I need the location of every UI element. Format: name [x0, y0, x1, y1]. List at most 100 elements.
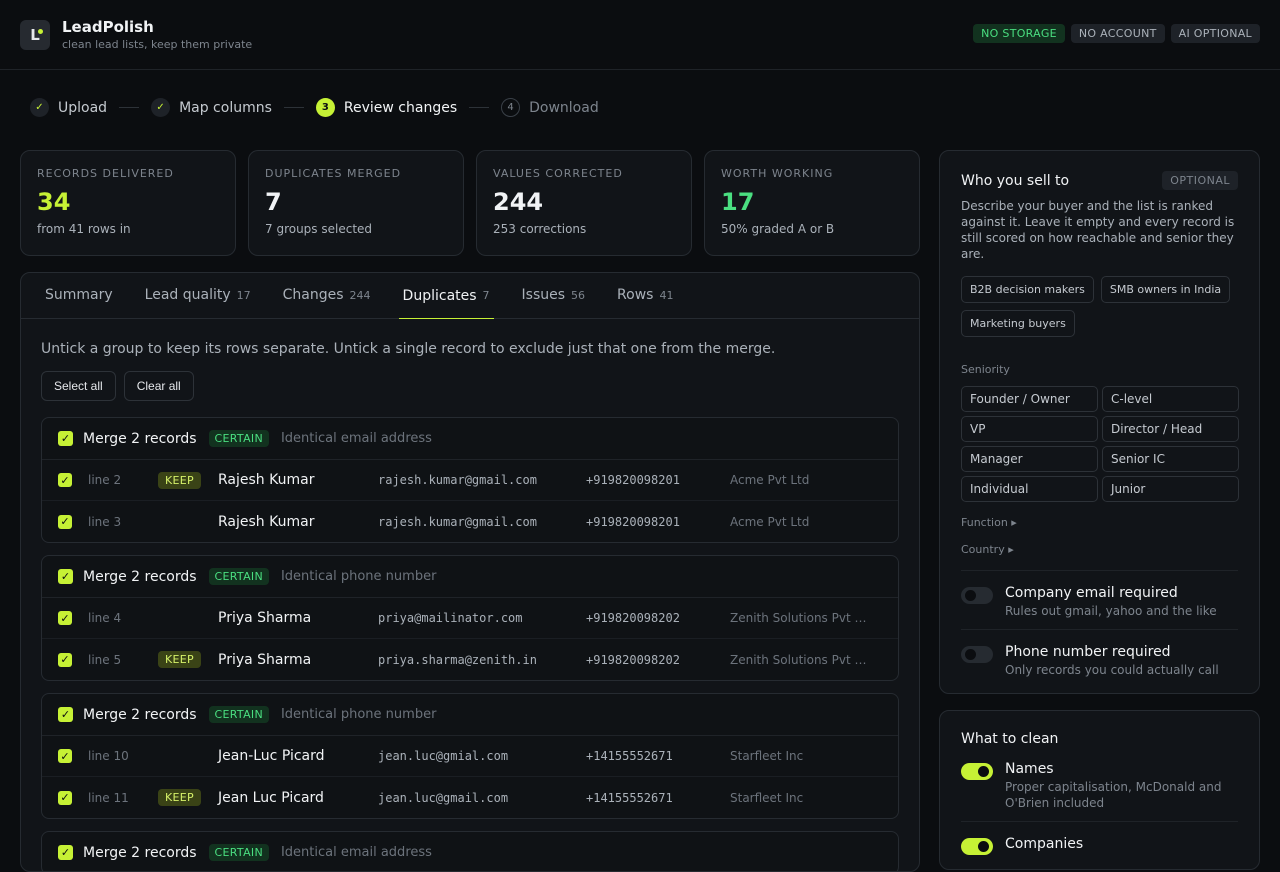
record-checkbox[interactable]: ✓: [58, 652, 72, 667]
group-title: Merge 2 records: [83, 568, 197, 585]
record-company: Acme Pvt Ltd: [730, 514, 810, 529]
record-email: rajesh.kumar@gmail.com: [378, 473, 537, 487]
record-checkbox[interactable]: ✓: [58, 611, 72, 625]
record-name: Rajesh Kumar: [218, 513, 315, 530]
toggle-title: Companies: [1005, 836, 1084, 852]
record-email: rajesh.kumar@gmail.com: [378, 514, 537, 529]
check-icon: ✓: [151, 98, 171, 117]
company-email-toggle[interactable]: [961, 587, 993, 604]
step-upload[interactable]: ✓ Upload: [30, 98, 107, 117]
sell-to-description: Describe your buyer and the list is rank…: [961, 199, 1235, 261]
step-label: Upload: [58, 99, 108, 116]
tab-lead-quality[interactable]: Lead quality 17: [141, 273, 255, 319]
buyer-chips: B2B decision makers SMB owners in India …: [961, 276, 1238, 337]
record-email: priya.sharma@zenith.in: [378, 652, 537, 667]
tab-label: Changes: [282, 287, 344, 303]
tab-rows[interactable]: Rows 41: [613, 273, 677, 319]
merge-group: ✓ Merge 2 records CERTAIN Identical phon…: [41, 693, 899, 819]
record-phone: +14155552671: [586, 749, 673, 763]
record-checkbox[interactable]: ✓: [58, 514, 72, 529]
record-company: Zenith Solutions Pvt …: [730, 611, 867, 625]
group-checkbox[interactable]: ✓: [58, 431, 73, 446]
seniority-option[interactable]: Manager: [961, 446, 1098, 472]
keep-badge: KEEP: [158, 651, 201, 668]
merge-group-header: ✓ Merge 2 records CERTAIN Identical phon…: [42, 556, 898, 598]
confidence-badge: CERTAIN: [208, 706, 269, 723]
seniority-option[interactable]: VP: [961, 416, 1098, 442]
tab-duplicates[interactable]: Duplicates 7: [398, 273, 494, 319]
tab-issues[interactable]: Issues 56: [518, 273, 590, 319]
group-checkbox[interactable]: ✓: [58, 845, 73, 860]
stat-key: VALUES CORRECTED: [493, 167, 623, 180]
record-email: jean.luc@gmail.com: [378, 790, 509, 805]
brand: LeadPolish clean lead lists, keep them p…: [62, 18, 252, 51]
tab-summary[interactable]: Summary: [41, 273, 117, 319]
tab-label: Duplicates: [402, 287, 477, 304]
step-map-columns[interactable]: ✓ Map columns: [151, 98, 272, 117]
tab-label: Lead quality: [144, 287, 231, 303]
stat-sub: 253 corrections: [493, 222, 587, 236]
toggle-text: Companies: [1005, 836, 1083, 855]
country-expander[interactable]: Country ▸: [961, 543, 1238, 571]
toggle-desc: Rules out gmail, yahoo and the like: [1005, 604, 1217, 618]
seniority-option[interactable]: Senior IC: [1102, 446, 1239, 472]
step-number: 3: [315, 98, 335, 117]
record-line: line 11: [88, 790, 129, 805]
toggle-title: Names: [1005, 761, 1054, 777]
group-checkbox[interactable]: ✓: [58, 569, 73, 584]
record-email: jean.luc@gmial.com: [378, 749, 509, 763]
check-icon: ✓: [30, 98, 49, 117]
step-download[interactable]: 4 Download: [501, 98, 599, 117]
record-line: line 4: [88, 611, 122, 625]
seniority-option[interactable]: C-level: [1102, 386, 1239, 412]
companies-toggle[interactable]: [961, 838, 993, 855]
record-checkbox[interactable]: ✓: [58, 749, 72, 763]
clear-all-button[interactable]: Clear all: [123, 371, 194, 401]
step-review-changes[interactable]: 3 Review changes: [315, 98, 457, 117]
seniority-option[interactable]: Junior: [1102, 476, 1239, 502]
stat-value: 34: [37, 188, 71, 216]
group-checkbox[interactable]: ✓: [58, 707, 73, 722]
keep-badge: KEEP: [158, 471, 201, 489]
check-icon: ✓: [60, 515, 70, 528]
confidence-badge: CERTAIN: [208, 430, 269, 447]
record-checkbox[interactable]: ✓: [58, 790, 72, 805]
buyer-chip[interactable]: SMB owners in India: [1100, 276, 1231, 303]
stat-value: 244: [493, 188, 544, 216]
step-divider: [283, 107, 304, 108]
step-label: Download: [529, 99, 599, 116]
what-to-clean-panel: What to clean Names Proper capitalisatio…: [939, 710, 1260, 870]
record-name: Priya Sharma: [218, 610, 312, 626]
logo-dot: [38, 28, 43, 34]
function-expander[interactable]: Function ▸: [961, 516, 1238, 529]
keep-slot: KEEP: [158, 651, 218, 668]
seniority-option[interactable]: Founder / Owner: [961, 386, 1098, 412]
record-phone: +14155552671: [586, 790, 673, 805]
buyer-chip[interactable]: B2B decision makers: [961, 276, 1094, 303]
phone-required-toggle[interactable]: [961, 646, 993, 663]
app-tagline: clean lead lists, keep them private: [62, 38, 253, 51]
badge-ai-optional: AI OPTIONAL: [1170, 24, 1260, 43]
optional-badge: OPTIONAL: [1162, 171, 1238, 190]
stat-key: DUPLICATES MERGED: [265, 167, 402, 180]
group-title: Merge 2 records: [83, 706, 197, 723]
merge-reason: Identical email address: [280, 845, 432, 860]
tab-changes[interactable]: Changes 244: [279, 273, 375, 319]
record-phone: +919820098202: [586, 652, 680, 667]
tab-count: 7: [482, 289, 490, 302]
record-name: Rajesh Kumar: [218, 472, 315, 488]
seniority-option[interactable]: Individual: [961, 476, 1098, 502]
check-icon: ✓: [60, 846, 71, 859]
merge-group-header: ✓ Merge 2 records CERTAIN Identical emai…: [42, 832, 898, 871]
record-name: Jean-Luc Picard: [218, 748, 325, 764]
merge-reason: Identical phone number: [280, 569, 437, 584]
merge-reason: Identical phone number: [280, 707, 437, 722]
names-toggle[interactable]: [961, 763, 993, 780]
buyer-chip[interactable]: Marketing buyers: [961, 310, 1075, 337]
select-all-button[interactable]: Select all: [41, 371, 116, 401]
tab-count: 244: [349, 288, 371, 302]
seniority-option[interactable]: Director / Head: [1102, 416, 1239, 442]
record-checkbox[interactable]: ✓: [58, 473, 72, 487]
record-line: line 10: [88, 749, 129, 763]
keep-badge: KEEP: [158, 789, 201, 806]
